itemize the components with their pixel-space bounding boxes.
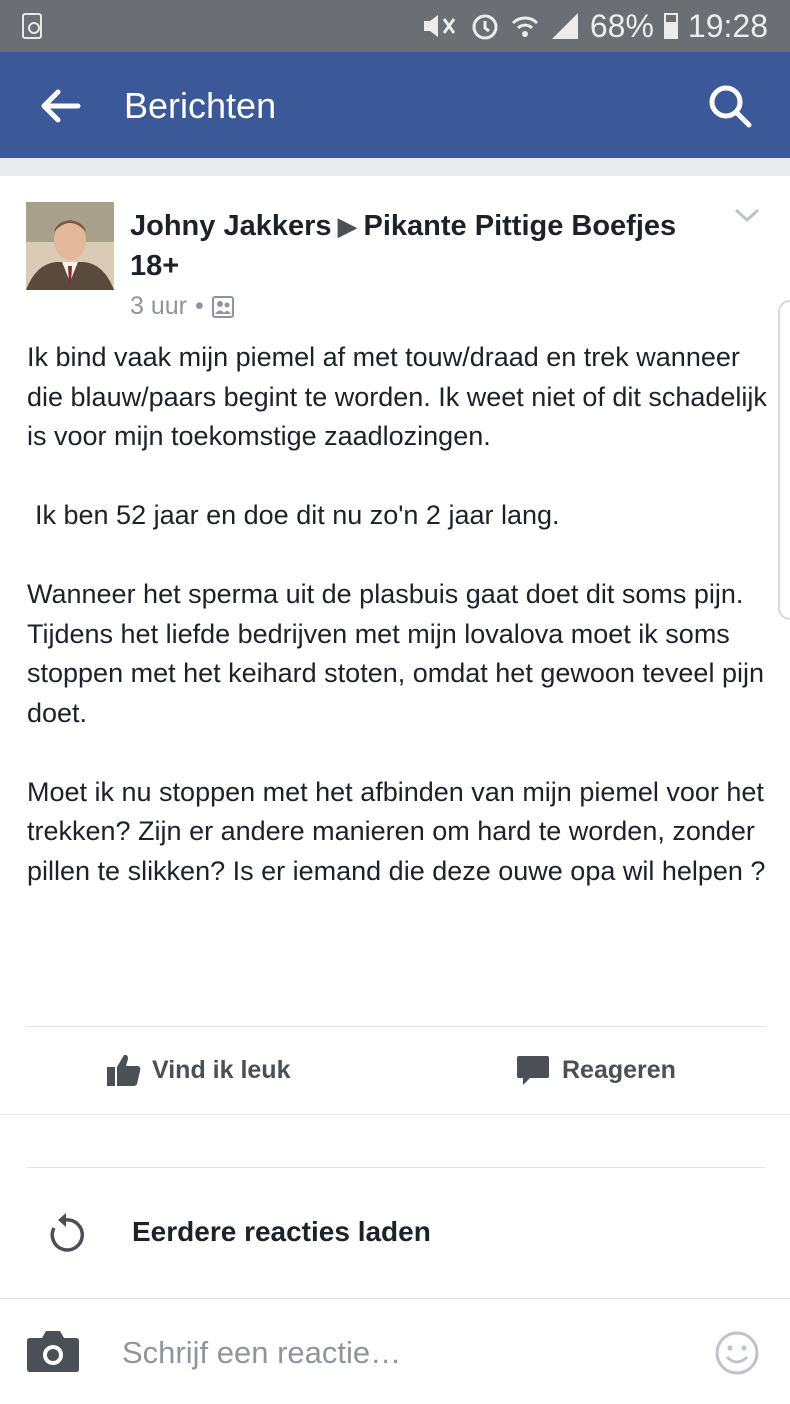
like-label: Vind ik leuk [152,1055,291,1084]
load-more-label: Eerdere reacties laden [132,1216,431,1247]
group-privacy-icon [211,295,234,318]
meta-separator: • [194,292,204,320]
comment-composer [0,1300,790,1404]
author-name[interactable]: Johny Jakkers [130,210,332,242]
page-title: Berichten [124,85,277,126]
divider [0,1114,790,1115]
signal-icon [551,13,578,39]
post-header: Johny Jakkers ▶ Pikante Pittige Boefjes 18… [130,206,690,286]
alarm-icon [472,14,498,40]
avatar[interactable] [26,202,114,290]
top-navigation-bar: Berichten [0,52,790,158]
reload-icon [50,1213,85,1252]
status-bar: 68% 19:28 [0,0,790,52]
comment-button[interactable]: Reageren [516,1046,676,1094]
post-paragraph: Ik bind vaak mijn piemel af met touw/dra… [27,342,767,451]
search-icon[interactable] [706,82,754,130]
comment-label: Reageren [562,1055,676,1084]
divider [26,1026,766,1027]
notification-icon [22,13,42,39]
status-icons: 68% 19:28 [420,6,768,46]
like-button[interactable]: Vind ik leuk [106,1046,290,1094]
divider [0,1298,790,1299]
feed-gap [0,158,790,176]
share-arrow-icon: ▶ [337,211,358,241]
clock: 19:28 [687,7,768,44]
back-arrow-icon[interactable] [36,82,84,130]
smiley-icon[interactable] [714,1330,760,1376]
comment-icon [517,1056,549,1085]
post-paragraph: Wanneer het sperma uit de plasbuis gaat … [27,579,744,609]
comment-input[interactable] [122,1330,682,1376]
post-meta: 3 uur • [130,292,234,321]
post-time[interactable]: 3 uur [130,292,187,321]
avatar-photo [26,202,114,290]
chevron-down-icon[interactable] [734,206,760,224]
post-paragraph: Ik ben 52 jaar en doe dit nu zo'n 2 jaar… [35,500,560,530]
post-card: Johny Jakkers ▶ Pikante Pittige Boefjes 18… [0,176,790,1116]
post-paragraph: Moet ik nu stoppen met het afbinden van … [27,776,766,886]
camera-icon[interactable] [26,1328,80,1374]
load-earlier-comments[interactable]: Eerdere reacties laden [0,1196,790,1268]
post-text: Ik bind vaak mijn piemel af met touw/dra… [27,338,767,891]
divider [26,1167,766,1168]
mute-icon [423,15,456,37]
post-paragraph: Tijdens het liefde bedrijven met mijn lo… [27,618,764,728]
thumbs-up-icon [107,1054,141,1086]
battery-icon [663,13,678,39]
wifi-icon [511,16,538,37]
battery-percent: 68% [589,7,654,44]
edge-panel-handle[interactable] [778,300,790,620]
